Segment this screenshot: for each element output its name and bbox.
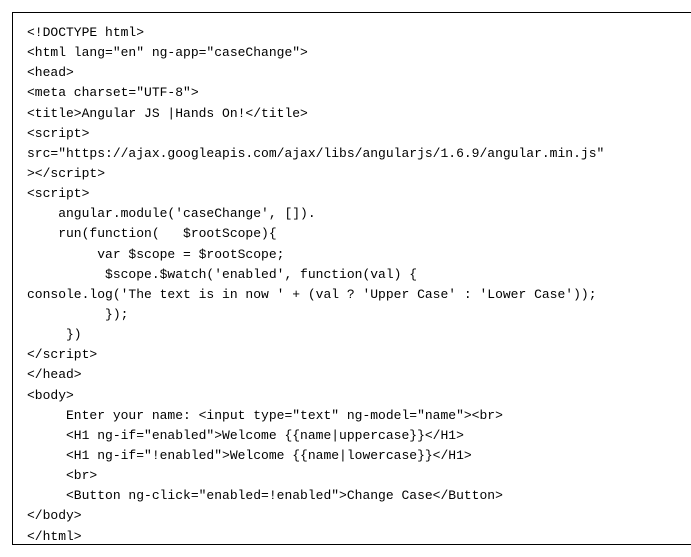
code-block: <!DOCTYPE html> <html lang="en" ng-app="… bbox=[12, 12, 691, 545]
code-text: <!DOCTYPE html> <html lang="en" ng-app="… bbox=[27, 25, 604, 544]
